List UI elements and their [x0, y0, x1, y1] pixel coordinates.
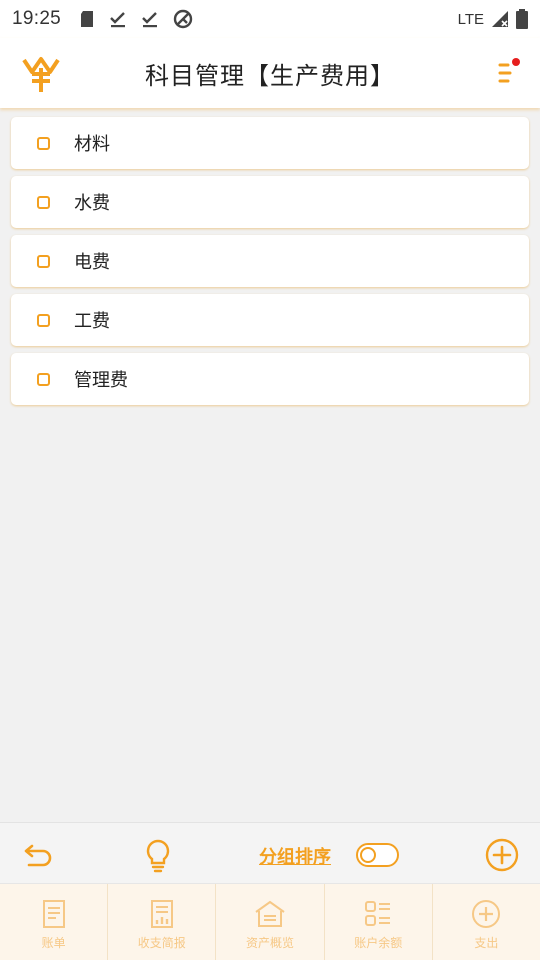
list-item[interactable]: 工费 — [11, 294, 529, 346]
tab-label: 收支简报 — [137, 936, 186, 950]
back-icon[interactable] — [19, 837, 55, 873]
battery-icon — [516, 9, 528, 29]
add-icon[interactable] — [484, 837, 520, 873]
tab-expense[interactable]: 支出 — [433, 884, 540, 960]
item-label: 工费 — [74, 311, 110, 332]
app-header: 科目管理【生产费用】 — [0, 38, 540, 108]
notification-dot — [512, 58, 520, 66]
balance-icon — [365, 901, 391, 926]
group-sort-link[interactable]: 分组排序 — [259, 843, 331, 869]
tab-label: 支出 — [474, 936, 499, 950]
tab-report[interactable]: 收支简报 — [108, 884, 217, 960]
data-saver-icon — [173, 9, 193, 29]
checkbox[interactable] — [37, 313, 50, 327]
bottom-tab-bar: 账单 收支简报 资产概览 账户余额 支出 — [0, 884, 540, 960]
tab-label: 账户余额 — [354, 936, 403, 950]
item-label: 材料 — [74, 134, 110, 155]
list-item[interactable]: 管理费 — [11, 353, 529, 405]
tab-label: 资产概览 — [246, 936, 295, 950]
checkbox[interactable] — [37, 136, 50, 150]
bill-icon — [42, 900, 65, 928]
checkbox[interactable] — [37, 195, 50, 209]
report-icon — [150, 900, 173, 928]
app-logo-icon[interactable] — [22, 54, 60, 94]
download-done-icon-2 — [142, 12, 158, 28]
list-item[interactable]: 水费 — [11, 176, 529, 228]
tab-assets[interactable]: 资产概览 — [216, 884, 325, 960]
toggle-knob — [360, 847, 376, 863]
item-label: 管理费 — [74, 370, 128, 391]
status-notification-icons — [79, 9, 193, 29]
assets-icon — [255, 900, 285, 927]
tab-balance[interactable]: 账户余额 — [325, 884, 433, 960]
item-label: 水费 — [74, 193, 110, 214]
tab-label: 账单 — [41, 936, 66, 950]
subject-list: 材料 水费 电费 工费 管理费 — [11, 117, 529, 412]
page-title: 科目管理【生产费用】 — [145, 62, 395, 90]
lightbulb-icon[interactable] — [140, 837, 176, 873]
group-sort-toggle[interactable] — [356, 843, 399, 867]
list-item[interactable]: 电费 — [11, 235, 529, 287]
action-toolbar: 分组排序 — [0, 822, 540, 884]
status-system-icons: LTE — [458, 9, 528, 29]
checkbox[interactable] — [37, 372, 50, 386]
status-bar: 19:25 LTE — [0, 0, 540, 38]
item-label: 电费 — [74, 252, 110, 273]
list-item[interactable]: 材料 — [11, 117, 529, 169]
signal-icon — [492, 11, 508, 27]
checkbox[interactable] — [37, 254, 50, 268]
sd-card-icon — [81, 11, 94, 27]
download-done-icon — [110, 12, 126, 28]
tab-bill[interactable]: 账单 — [0, 884, 109, 960]
status-time: 19:25 — [12, 8, 62, 29]
expense-icon — [472, 900, 501, 928]
network-type-label: LTE — [457, 10, 484, 28]
